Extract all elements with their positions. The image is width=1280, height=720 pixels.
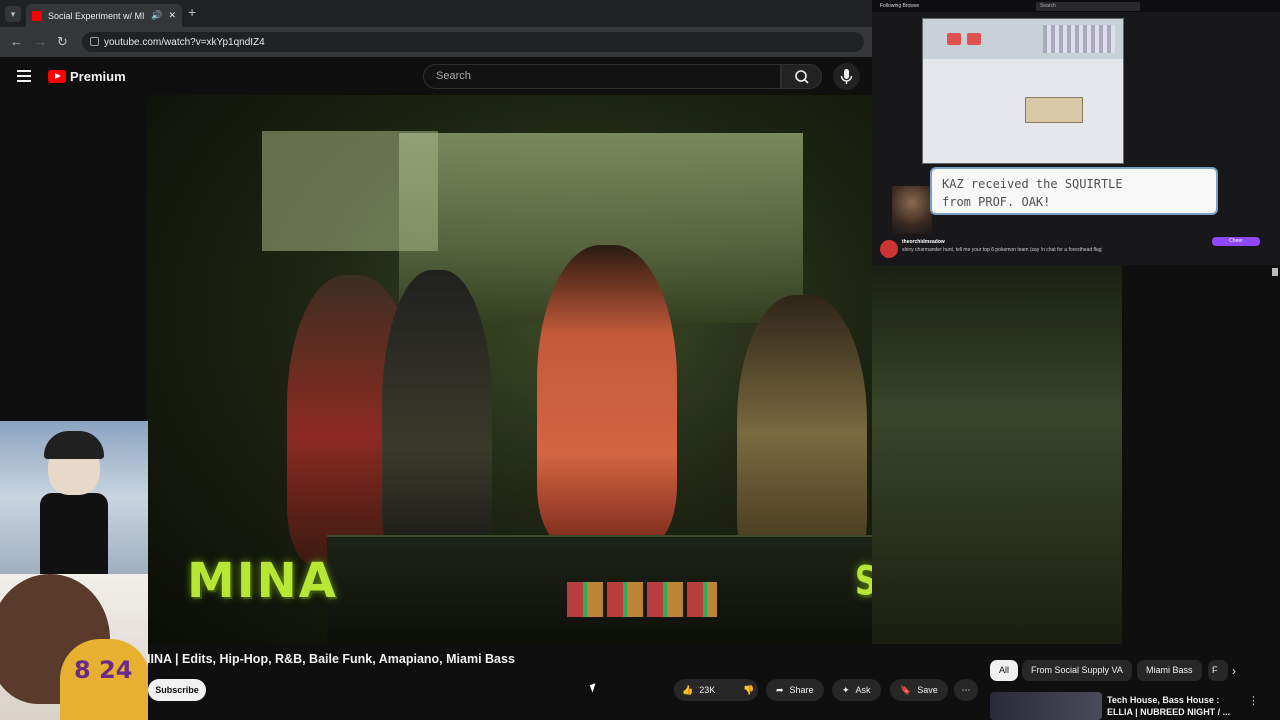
share-button[interactable]: ➦ Share (766, 679, 824, 701)
dj-controller (327, 535, 872, 644)
chip-all[interactable]: All (990, 660, 1019, 681)
video-title: IINA | Edits, Hip-Hop, R&B, Baile Funk, … (147, 652, 515, 666)
tab-title: Social Experiment w/ MINA (48, 10, 145, 21)
streamer-cam (892, 186, 932, 234)
ask-button[interactable]: ✦ Ask (832, 679, 881, 701)
menu-icon[interactable] (17, 70, 31, 82)
recommendation-thumbnail[interactable] (990, 692, 1102, 720)
like-dislike-group: 👍 23K 👎 (674, 679, 758, 701)
crowd-person (382, 270, 492, 570)
sparkle-icon: ✦ (842, 684, 850, 695)
chip-from-channel[interactable]: From Social Supply VA (1022, 660, 1132, 681)
brand-label: Premium (70, 69, 126, 84)
youtube-favicon-icon (32, 10, 42, 21)
brand-overlay-text: SOCIAL EXPERIMENT (855, 558, 872, 605)
like-button[interactable]: 👍 23K (674, 679, 723, 701)
more-icon: ⋯ (961, 684, 971, 695)
stream-search-input[interactable]: Search (1036, 2, 1140, 11)
tab-search-icon[interactable]: ▾ (5, 6, 21, 22)
dialog-line: from PROF. OAK! (942, 195, 1051, 209)
search-input[interactable]: Search (423, 64, 781, 89)
jersey-number: 8 24 (74, 656, 133, 684)
save-button[interactable]: 🔖 Save (890, 679, 948, 701)
tab-active[interactable]: Social Experiment w/ MINA 🔊 ✕ (26, 4, 182, 27)
site-info-icon[interactable] (90, 37, 99, 46)
cheer-button[interactable]: Cheer (1212, 237, 1260, 246)
face-cam: 8 24 (0, 574, 148, 720)
mouse-cursor-icon (589, 683, 599, 693)
mic-icon (840, 69, 853, 84)
game-screen (922, 18, 1124, 164)
stream-title: shiny charmander hunt, tell me your top … (902, 247, 1102, 253)
controller-pads (567, 582, 717, 617)
avatar-cam (0, 421, 148, 574)
chip-more[interactable]: F (1208, 660, 1228, 681)
like-count: 23K (699, 685, 716, 695)
search-button[interactable] (781, 64, 822, 89)
new-tab-icon[interactable]: + (188, 4, 196, 20)
dialog-line: KAZ received the SQUIRTLE (942, 177, 1123, 191)
thumbs-down-icon: 👎 (743, 684, 755, 695)
dj-performer (537, 245, 677, 545)
search-icon (795, 70, 809, 84)
video-player[interactable]: MINA SOCIAL EXPERIMENT (147, 95, 872, 644)
channel-avatar[interactable] (880, 240, 898, 258)
thumbs-up-icon: 👍 (682, 684, 694, 695)
recommendation-title[interactable]: Tech House, Bass House : ELLIA | NUBREED… (1107, 694, 1232, 718)
artist-overlay-text: MINA (187, 553, 338, 609)
game-chair (947, 33, 961, 45)
ask-label: Ask (855, 685, 871, 695)
chip-miami-bass[interactable]: Miami Bass (1137, 660, 1202, 681)
forward-icon[interactable]: → (34, 34, 47, 49)
youtube-logo[interactable]: Premium (48, 69, 126, 84)
url-text: youtube.com/watch?v=xkYp1qndIZ4 (104, 36, 265, 48)
tab-close-icon[interactable]: ✕ (168, 10, 176, 21)
avatar-beanie (44, 431, 104, 459)
bookmark-icon: 🔖 (900, 684, 912, 695)
game-dialog: KAZ received the SQUIRTLE from PROF. OAK… (930, 167, 1218, 215)
share-label: Share (789, 685, 814, 695)
video-side-area (872, 265, 1122, 644)
reload-icon[interactable]: ↻ (57, 34, 68, 50)
more-actions-button[interactable]: ⋯ (954, 679, 978, 701)
avatar-body (40, 493, 108, 574)
subscribe-button[interactable]: Subscribe (148, 679, 206, 701)
youtube-play-icon (48, 70, 66, 83)
chevron-right-icon[interactable]: › (1232, 664, 1236, 678)
game-shelf (1043, 25, 1115, 53)
back-icon[interactable]: ← (10, 34, 23, 49)
share-icon: ➦ (776, 684, 784, 695)
projection-light (262, 131, 438, 251)
crowd-person (737, 295, 867, 575)
voice-search-button[interactable] (833, 63, 860, 90)
channel-name[interactable]: theorchidmeadow (902, 239, 945, 245)
game-table (1025, 97, 1083, 123)
save-label: Save (917, 685, 938, 695)
scrollbar-thumb[interactable] (1272, 268, 1278, 276)
address-bar[interactable]: youtube.com/watch?v=xkYp1qndIZ4 (82, 32, 864, 52)
dislike-button[interactable]: 👎 (735, 679, 762, 701)
recommendation-more-icon[interactable]: ⋮ (1248, 694, 1259, 707)
tab-audio-icon[interactable]: 🔊 (151, 10, 162, 21)
game-chair (967, 33, 981, 45)
